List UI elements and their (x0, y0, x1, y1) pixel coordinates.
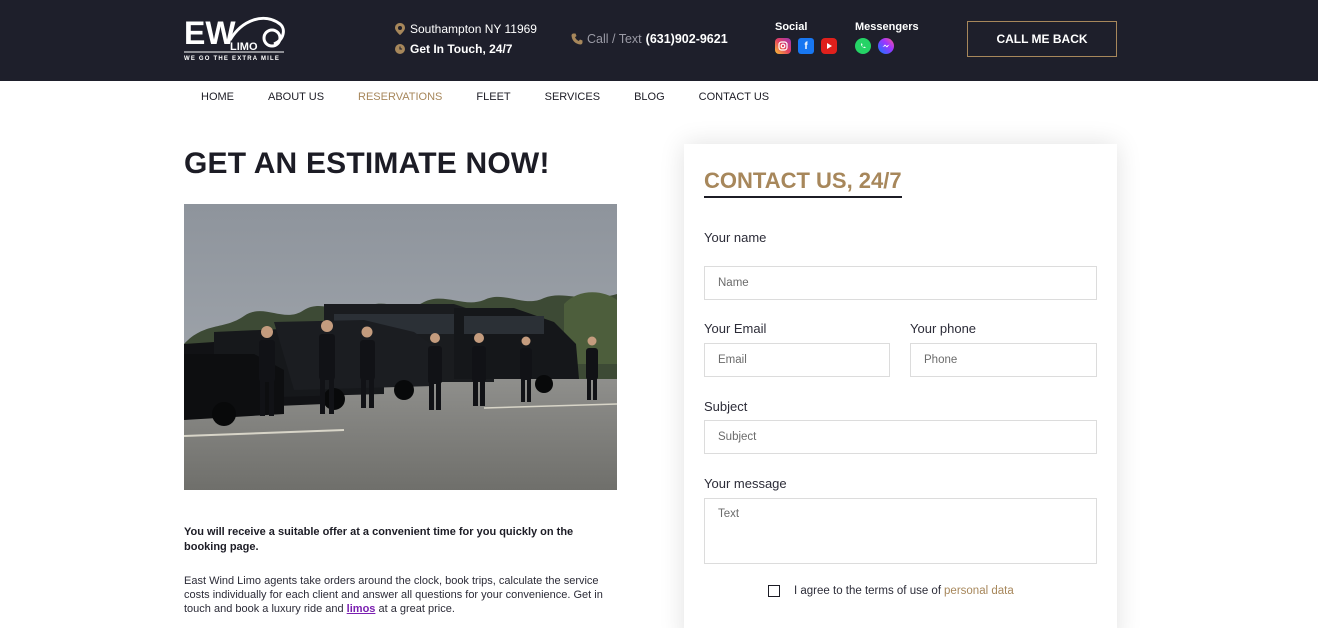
top-bar: EW LIMO WE GO THE EXTRA MILE Southampton… (0, 0, 1318, 81)
call-label: Call / Text (587, 32, 642, 46)
description-text: East Wind Limo agents take orders around… (184, 574, 614, 616)
logo-text: EW (184, 15, 236, 51)
description-end: at a great price. (375, 603, 455, 615)
email-input[interactable] (704, 343, 890, 377)
subject-label: Subject (704, 399, 748, 414)
form-title: CONTACT US, 24/7 (704, 168, 902, 198)
message-textarea[interactable] (704, 498, 1097, 564)
nav-item-about-us[interactable]: ABOUT US (251, 91, 341, 103)
agree-text: I agree to the terms of use of (794, 585, 942, 597)
nav-item-contact-us[interactable]: CONTACT US (682, 91, 787, 103)
logo[interactable]: EW LIMO WE GO THE EXTRA MILE (184, 14, 288, 64)
social-group: Social f (775, 21, 837, 54)
clock-icon (395, 44, 405, 54)
email-label: Your Email (704, 321, 767, 336)
call-me-back-button[interactable]: CALL ME BACK (967, 21, 1117, 57)
main-nav: HOME ABOUT US RESERVATIONS FLEET SERVICE… (184, 91, 786, 103)
logo-sub: LIMO (230, 41, 258, 53)
nav-item-home[interactable]: HOME (184, 91, 251, 103)
contact-form-card: CONTACT US, 24/7 Your name Your Email Yo… (684, 144, 1117, 628)
logo-slogan: WE GO THE EXTRA MILE (184, 56, 281, 62)
hours-text: Get In Touch, 24/7 (410, 42, 513, 56)
agree-row: I agree to the terms of use of personal … (768, 585, 1014, 597)
messengers-group: Messengers (855, 21, 919, 54)
messenger-icon[interactable] (878, 38, 894, 54)
messengers-title: Messengers (855, 21, 919, 33)
agree-checkbox[interactable] (768, 585, 780, 597)
nav-item-fleet[interactable]: FLEET (459, 91, 527, 103)
phone-icon (571, 33, 583, 45)
instagram-icon[interactable] (775, 38, 791, 54)
page-title: GET AN ESTIMATE NOW! (184, 147, 550, 180)
social-title: Social (775, 21, 808, 33)
phone-number[interactable]: (631)902-9621 (646, 32, 728, 46)
nav-item-reservations[interactable]: RESERVATIONS (341, 91, 459, 103)
name-label: Your name (704, 230, 767, 245)
personal-data-link[interactable]: personal data (944, 585, 1014, 597)
name-input[interactable] (704, 266, 1097, 300)
phone-input[interactable] (910, 343, 1097, 377)
location-block: Southampton NY 11969 Get In Touch, 24/7 (395, 22, 537, 62)
location-text: Southampton NY 11969 (410, 22, 537, 36)
fleet-photo (184, 204, 617, 490)
hours-row: Get In Touch, 24/7 (395, 42, 537, 56)
limos-link[interactable]: limos (347, 603, 376, 615)
facebook-icon[interactable]: f (798, 38, 814, 54)
phone-label: Your phone (910, 321, 977, 336)
message-label: Your message (704, 476, 787, 491)
nav-item-blog[interactable]: BLOG (617, 91, 682, 103)
call-block[interactable]: Call / Text (631)902-9621 (571, 32, 728, 46)
youtube-icon[interactable] (821, 38, 837, 54)
whatsapp-icon[interactable] (855, 38, 871, 54)
lead-text: You will receive a suitable offer at a c… (184, 526, 574, 553)
logo-mark: EW LIMO (184, 15, 285, 53)
subject-input[interactable] (704, 420, 1097, 454)
location-row: Southampton NY 11969 (395, 22, 537, 36)
map-pin-icon (395, 23, 405, 35)
nav-item-services[interactable]: SERVICES (528, 91, 617, 103)
